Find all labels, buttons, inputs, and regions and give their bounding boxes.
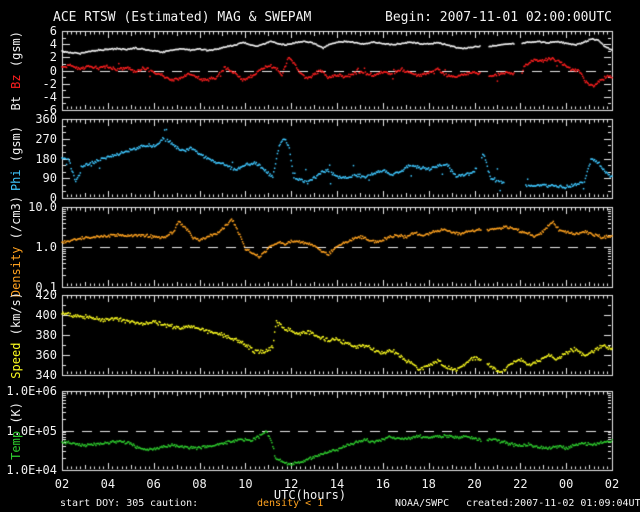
y-axis-label-part: Speed: [9, 342, 23, 379]
footer-caution-label: caution:: [150, 498, 199, 509]
y-axis-label-speed: Speed (km/s): [4, 291, 28, 379]
x-tick-label: 18: [421, 477, 436, 491]
footer-agency: NOAA/SWPC: [395, 498, 450, 509]
x-tick-label: 02: [54, 477, 70, 491]
y-axis-label-part: Bt: [9, 95, 23, 111]
x-tick-label: 06: [146, 477, 161, 491]
x-tick-label: 10: [238, 477, 253, 491]
begin-timestamp: Begin: 2007-11-01 02:00:00UTC: [385, 10, 612, 25]
x-tick-label: 04: [100, 477, 116, 491]
x-tick-label: 16: [375, 477, 391, 491]
plot-canvas: [0, 0, 640, 512]
y-axis-label-part: (km/s): [9, 291, 23, 343]
ace-rtsw-plot: ACE RTSW (Estimated) MAG & SWEPAM Begin:…: [0, 0, 640, 512]
footer-caution-value: density < 1: [257, 498, 324, 509]
y-axis-label-part: Temp: [9, 430, 23, 460]
y-axis-label-density: Density (/cm3): [4, 196, 28, 297]
y-axis-label-part: (gsm): [9, 125, 23, 170]
y-axis-label-phi: Phi (gsm): [4, 119, 28, 198]
y-axis-label-part: (gsm): [9, 30, 23, 75]
y-axis-label-mag: Bt Bz (gsm): [4, 30, 28, 111]
y-axis-label-part: (K): [9, 401, 23, 431]
x-tick-label: 00: [558, 477, 574, 491]
x-tick-label: 20: [467, 477, 482, 491]
x-tick-label: 08: [192, 477, 207, 491]
x-tick-label: 14: [329, 477, 345, 491]
y-axis-label-part: Phi: [9, 169, 23, 192]
x-tick-label: 02: [604, 477, 620, 491]
y-axis-label-part: (/cm3): [9, 196, 23, 247]
x-tick-label: 12: [283, 477, 299, 491]
y-axis-label-temp: Temp (K): [4, 391, 28, 470]
footer-created-timestamp: created:2007-11-02 01:09:04UTC: [466, 498, 640, 509]
x-tick-label: 22: [513, 477, 528, 491]
chart-title: ACE RTSW (Estimated) MAG & SWEPAM: [53, 10, 312, 25]
footer-start-doy: start DOY: 305: [60, 498, 145, 509]
y-axis-label-part: Bz: [9, 74, 23, 96]
